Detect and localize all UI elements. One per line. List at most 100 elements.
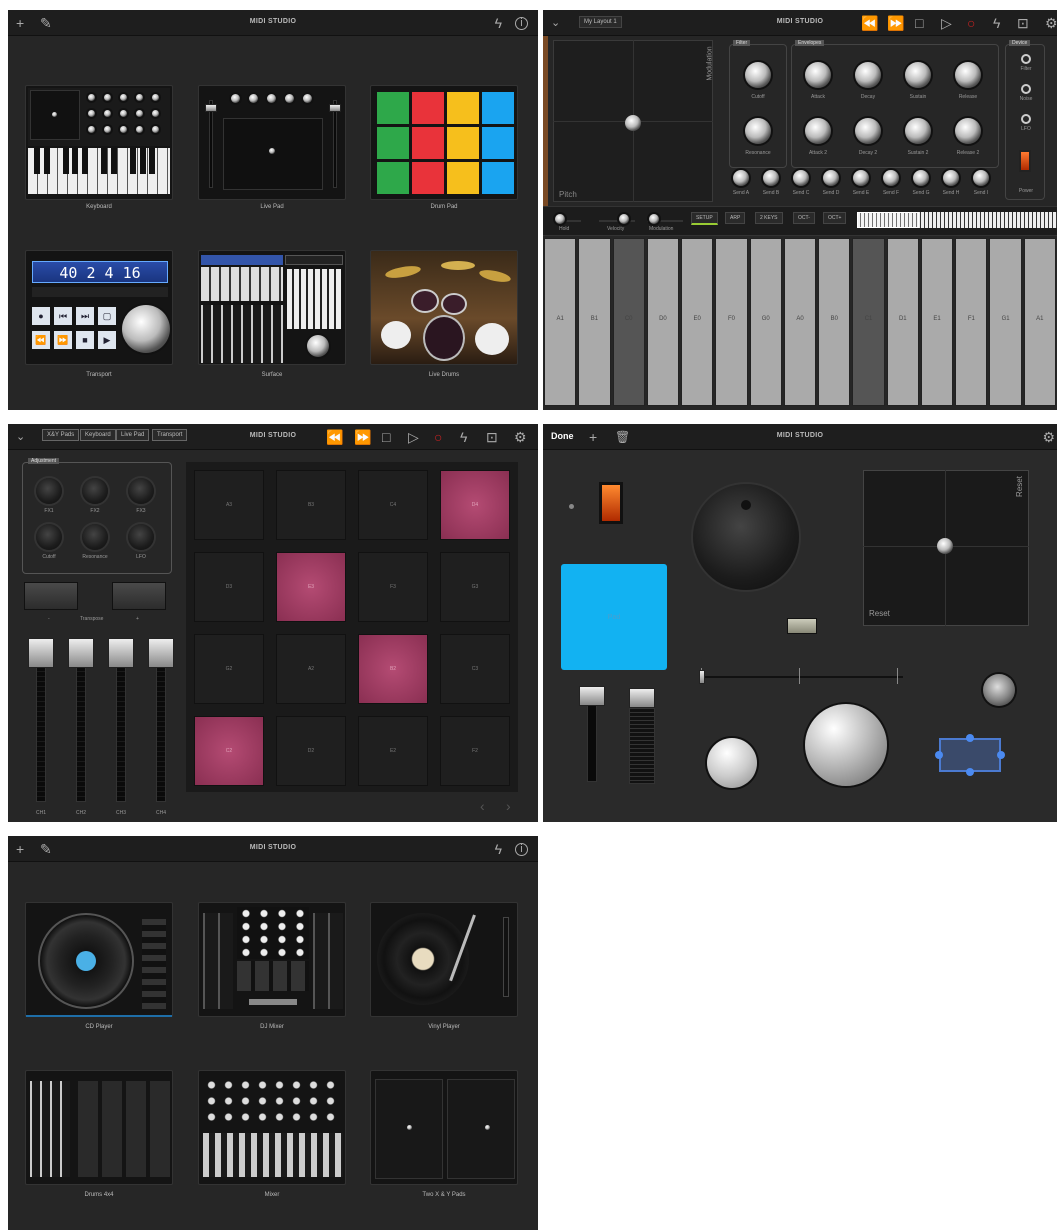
channel-fader-cap[interactable] [28,638,54,668]
pad-c4[interactable]: C4 [358,470,428,540]
channel-fader-track[interactable] [76,646,86,802]
pad-d4[interactable]: D4 [440,470,510,540]
xy-puck[interactable] [937,538,953,554]
selected-element[interactable] [939,738,1001,772]
record-icon[interactable]: ○ [434,429,442,445]
plus-icon[interactable]: + [16,15,24,31]
template-vinyl-player[interactable] [370,902,518,1017]
pad-c2[interactable]: C2 [194,716,264,786]
play-icon[interactable]: ▷ [408,429,419,445]
silver-knob[interactable] [707,738,757,788]
velocity-thumb[interactable] [619,214,629,224]
gear-icon[interactable]: ⚙ [1045,15,1057,31]
done-button[interactable]: Done [551,431,574,441]
template-live-drums[interactable] [370,250,518,365]
envelope-knob[interactable] [855,118,881,144]
reset-label-bottom[interactable]: Reset [869,609,890,618]
piano-key[interactable] [544,238,577,406]
octave-up-button[interactable]: OCT+ [823,212,847,224]
template-surface[interactable] [198,250,346,365]
adjustment-knob[interactable] [82,524,108,550]
fader-2-cap[interactable] [629,688,655,708]
blue-pad[interactable]: Pad [561,564,667,670]
send-knob[interactable] [823,170,839,186]
velocity-slider[interactable] [599,220,635,222]
reset-label-side[interactable]: Reset [1015,476,1024,497]
piano-key[interactable] [612,238,645,406]
piano-key[interactable] [920,238,954,406]
fader-1-cap[interactable] [579,686,605,706]
pad-b2[interactable]: B2 [358,634,428,704]
adjustment-knob[interactable] [82,478,108,504]
resize-handle[interactable] [935,751,943,759]
pad-g2[interactable]: G2 [194,634,264,704]
pad-e3[interactable]: E3 [276,552,346,622]
pad-a2[interactable]: A2 [276,634,346,704]
resize-handle[interactable] [966,734,974,742]
template-dj-mixer[interactable] [198,902,346,1017]
adjustment-knob[interactable] [36,478,62,504]
tab-x-y-pads[interactable]: X&Y Pads [42,429,80,441]
piano-key[interactable] [1023,238,1056,406]
info-icon[interactable]: i [515,843,528,856]
slider-thumb[interactable] [699,670,705,684]
pad-e2[interactable]: E2 [358,716,428,786]
export-icon[interactable]: ⊡ [486,429,498,445]
adjustment-knob[interactable] [128,524,154,550]
tab-live-pad[interactable]: Live Pad [116,429,150,441]
stop-icon[interactable]: □ [382,429,390,445]
layout-name-button[interactable]: My Layout 1 [579,16,622,28]
bolt-icon[interactable]: ϟ [993,15,1000,31]
channel-fader-track[interactable] [36,646,46,802]
send-knob[interactable] [973,170,989,186]
device-toggle[interactable] [1021,54,1031,64]
tab-keyboard[interactable]: Keyboard [80,429,116,441]
octave-down-button[interactable]: OCT- [793,212,815,224]
piano-key[interactable] [852,238,885,406]
large-silver-knob[interactable] [805,704,887,786]
device-toggle[interactable] [1021,84,1031,94]
xy-puck[interactable] [625,115,641,131]
forward-icon[interactable]: ⏩ [354,429,371,445]
rewind-icon[interactable]: ⏪ [861,15,878,31]
bolt-icon[interactable]: ϟ [460,429,467,445]
record-icon[interactable]: ○ [967,15,975,31]
template-mixer[interactable] [198,1070,346,1185]
piano-key[interactable] [886,238,919,406]
power-switch[interactable] [599,482,623,524]
envelope-knob[interactable] [805,62,831,88]
stop-icon[interactable]: □ [915,15,923,31]
gear-icon[interactable]: ⚙ [1042,429,1055,445]
small-knob[interactable] [983,674,1015,706]
send-knob[interactable] [733,170,749,186]
template-two-xy-pads[interactable] [370,1070,518,1185]
filter-knob[interactable] [745,62,771,88]
piano-key[interactable] [578,238,611,406]
modulation-thumb[interactable] [649,214,659,224]
pad-a3[interactable]: A3 [194,470,264,540]
arp-button[interactable]: ARP [725,212,746,224]
template-live-pad[interactable] [198,85,346,200]
pencil-icon[interactable]: ✎ [40,841,52,857]
transpose-down-button[interactable] [24,582,78,610]
envelope-knob[interactable] [855,62,881,88]
transpose-up-button[interactable] [112,582,166,610]
filter-knob[interactable] [745,118,771,144]
send-knob[interactable] [913,170,929,186]
template-keyboard[interactable] [25,85,173,200]
bolt-icon[interactable]: ϟ [495,841,502,857]
play-icon[interactable]: ▷ [941,15,952,31]
export-icon[interactable]: ⊡ [1017,15,1029,31]
send-knob[interactable] [853,170,869,186]
envelope-knob[interactable] [905,62,931,88]
bolt-icon[interactable]: ϟ [495,15,502,31]
chevron-left-icon[interactable]: ‹ [480,798,485,814]
pad-g3[interactable]: G3 [440,552,510,622]
send-knob[interactable] [763,170,779,186]
envelope-knob[interactable] [805,118,831,144]
envelope-knob[interactable] [905,118,931,144]
send-knob[interactable] [793,170,809,186]
envelope-knob[interactable] [955,62,981,88]
chevron-down-icon[interactable]: ⌄ [551,15,560,31]
piano-key[interactable] [818,238,851,406]
